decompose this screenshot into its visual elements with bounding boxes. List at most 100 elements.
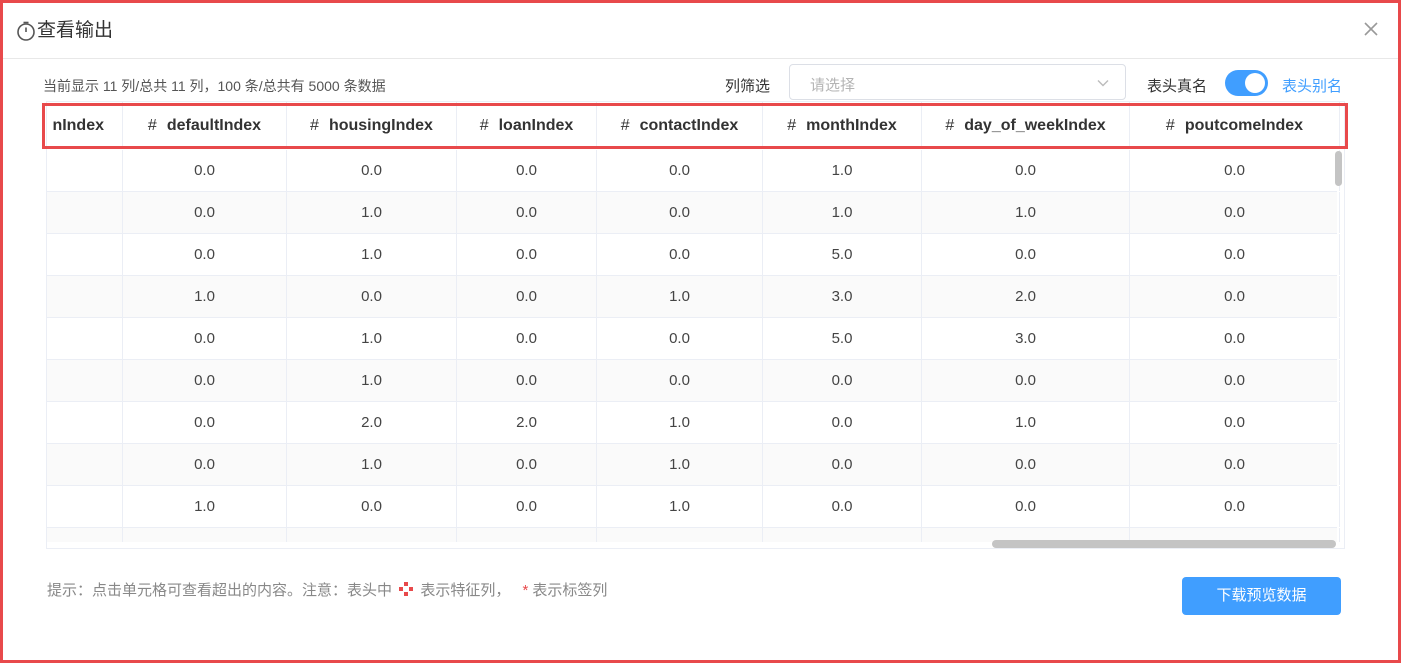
close-icon[interactable] (1359, 17, 1383, 41)
table-cell[interactable]: 0.0 (1130, 486, 1340, 527)
table-row: 1.0 0.0 0.0 1.0 0.0 0.0 0.0 (47, 486, 1340, 528)
table-cell[interactable]: 0.0 (763, 360, 922, 401)
table-cell[interactable]: 1.0 (922, 402, 1130, 443)
table-cell[interactable]: 0.0 (1130, 192, 1340, 233)
table-cell[interactable]: 1.0 (287, 528, 457, 542)
table-cell[interactable]: 0.0 (457, 528, 597, 542)
table-cell[interactable]: 0.0 (123, 192, 287, 233)
data-summary: 当前显示 11 列/总共 11 列，100 条/总共有 5000 条数据 (43, 78, 386, 94)
table-row: 0.0 2.0 2.0 1.0 0.0 1.0 0.0 (47, 402, 1340, 444)
table-cell[interactable]: 1.0 (287, 192, 457, 233)
table-cell[interactable]: 0.0 (123, 444, 287, 485)
hint-prefix: 提示：点击单元格可查看超出的内容。注意：表头中 (47, 582, 393, 599)
table-cell[interactable]: 0.0 (1130, 234, 1340, 275)
view-output-dialog: 查看输出 当前显示 11 列/总共 11 列，100 条/总共有 5000 条数… (3, 3, 1398, 660)
table-cell[interactable]: 0.0 (123, 360, 287, 401)
table-cell[interactable]: 1.0 (597, 276, 763, 317)
table-cell[interactable] (47, 360, 123, 401)
table-cell[interactable]: 0.0 (597, 192, 763, 233)
table-cell[interactable]: 0.0 (1130, 360, 1340, 401)
table-cell[interactable] (47, 318, 123, 359)
table-cell[interactable] (47, 150, 123, 191)
download-preview-button[interactable]: 下载预览数据 (1182, 577, 1341, 615)
table-cell[interactable]: 0.0 (123, 402, 287, 443)
table-cell[interactable]: 2.0 (287, 402, 457, 443)
table-cell[interactable]: 0.0 (457, 318, 597, 359)
table-cell[interactable]: 3.0 (763, 276, 922, 317)
table-cell[interactable] (47, 486, 123, 527)
table-cell[interactable]: 0.0 (597, 234, 763, 275)
table-cell[interactable]: 1.0 (597, 402, 763, 443)
table-cell[interactable]: 5.0 (763, 318, 922, 359)
table-cell[interactable]: 0.0 (457, 150, 597, 191)
table-cell[interactable]: 0.0 (457, 234, 597, 275)
table-cell[interactable]: 0.0 (922, 150, 1130, 191)
vertical-scrollbar[interactable] (1335, 151, 1342, 186)
table-cell[interactable]: 0.0 (763, 486, 922, 527)
table-cell[interactable]: 0.0 (457, 444, 597, 485)
table-cell[interactable]: 0.0 (922, 234, 1130, 275)
table-cell[interactable]: 0.0 (922, 486, 1130, 527)
table-cell[interactable]: 0.0 (597, 318, 763, 359)
header-highlight-box (42, 103, 1348, 149)
table-cell[interactable]: 1.0 (123, 486, 287, 527)
table-cell[interactable]: 0.0 (287, 486, 457, 527)
table-cell[interactable]: 1.0 (287, 444, 457, 485)
preview-table: nIndex # defaultIndex # housingIndex # loanInd… (46, 101, 1345, 549)
table-row: 0.0 1.0 0.0 0.0 5.0 3.0 0.0 (47, 318, 1340, 360)
table-row: 0.0 1.0 0.0 0.0 0.0 0.0 0.0 (47, 360, 1340, 402)
table-cell[interactable]: 5.0 (763, 234, 922, 275)
table-row: 1.0 0.0 0.0 1.0 3.0 2.0 0.0 (47, 276, 1340, 318)
table-cell[interactable]: 1.0 (763, 192, 922, 233)
table-cell[interactable] (47, 234, 123, 275)
hint-text: 提示：点击单元格可查看超出的内容。注意：表头中 表示特征列， * 表示标签列 (47, 579, 607, 600)
table-cell[interactable]: 0.0 (457, 192, 597, 233)
column-filter-select[interactable]: 请选择 (789, 64, 1126, 100)
table-cell[interactable]: 0.0 (763, 528, 922, 542)
table-cell[interactable]: 1.0 (287, 318, 457, 359)
header-name-toggle[interactable] (1225, 70, 1268, 96)
table-cell[interactable]: 1.0 (922, 192, 1130, 233)
table-cell[interactable]: 0.0 (597, 150, 763, 191)
header-realname-label: 表头真名 (1147, 78, 1208, 95)
table-row: 0.0 1.0 0.0 0.0 1.0 1.0 0.0 (47, 192, 1340, 234)
horizontal-scrollbar[interactable] (992, 540, 1336, 548)
table-cell[interactable]: 0.0 (457, 360, 597, 401)
table-cell[interactable]: 0.0 (922, 360, 1130, 401)
table-cell[interactable]: 0.0 (457, 486, 597, 527)
table-cell[interactable]: 2.0 (922, 276, 1130, 317)
table-cell[interactable] (47, 192, 123, 233)
table-cell[interactable]: 0.0 (287, 276, 457, 317)
table-cell[interactable]: 0.0 (123, 234, 287, 275)
table-cell[interactable]: 0.0 (1130, 444, 1340, 485)
table-cell[interactable]: 1.0 (287, 234, 457, 275)
table-cell[interactable]: 0.0 (597, 360, 763, 401)
table-cell[interactable]: 3.0 (922, 318, 1130, 359)
header-alias-label[interactable]: 表头别名 (1282, 75, 1342, 96)
table-cell[interactable]: 0.0 (1130, 150, 1340, 191)
table-cell[interactable]: 0.0 (123, 318, 287, 359)
table-cell[interactable]: 0.0 (763, 444, 922, 485)
table-cell[interactable] (47, 402, 123, 443)
table-cell[interactable]: 1.0 (597, 444, 763, 485)
table-cell[interactable] (47, 276, 123, 317)
table-cell[interactable]: 1.0 (123, 528, 287, 542)
table-cell[interactable]: 0.0 (763, 402, 922, 443)
table-cell[interactable]: 2.0 (457, 402, 597, 443)
table-cell[interactable]: 1.0 (763, 150, 922, 191)
table-cell[interactable]: 0.0 (1130, 402, 1340, 443)
stopwatch-icon (17, 21, 35, 41)
table-cell[interactable]: 1.0 (597, 486, 763, 527)
table-cell[interactable]: 0.0 (1130, 318, 1340, 359)
table-cell[interactable] (47, 528, 123, 542)
table-cell[interactable]: 0.0 (287, 150, 457, 191)
column-filter-placeholder: 请选择 (810, 77, 856, 94)
table-cell[interactable]: 0.0 (1130, 276, 1340, 317)
table-cell[interactable]: 0.0 (922, 444, 1130, 485)
table-cell[interactable]: 1.0 (287, 360, 457, 401)
table-cell[interactable]: 1.0 (123, 276, 287, 317)
table-cell[interactable]: 1.0 (597, 528, 763, 542)
table-cell[interactable]: 0.0 (123, 150, 287, 191)
table-cell[interactable]: 0.0 (457, 276, 597, 317)
table-cell[interactable] (47, 444, 123, 485)
